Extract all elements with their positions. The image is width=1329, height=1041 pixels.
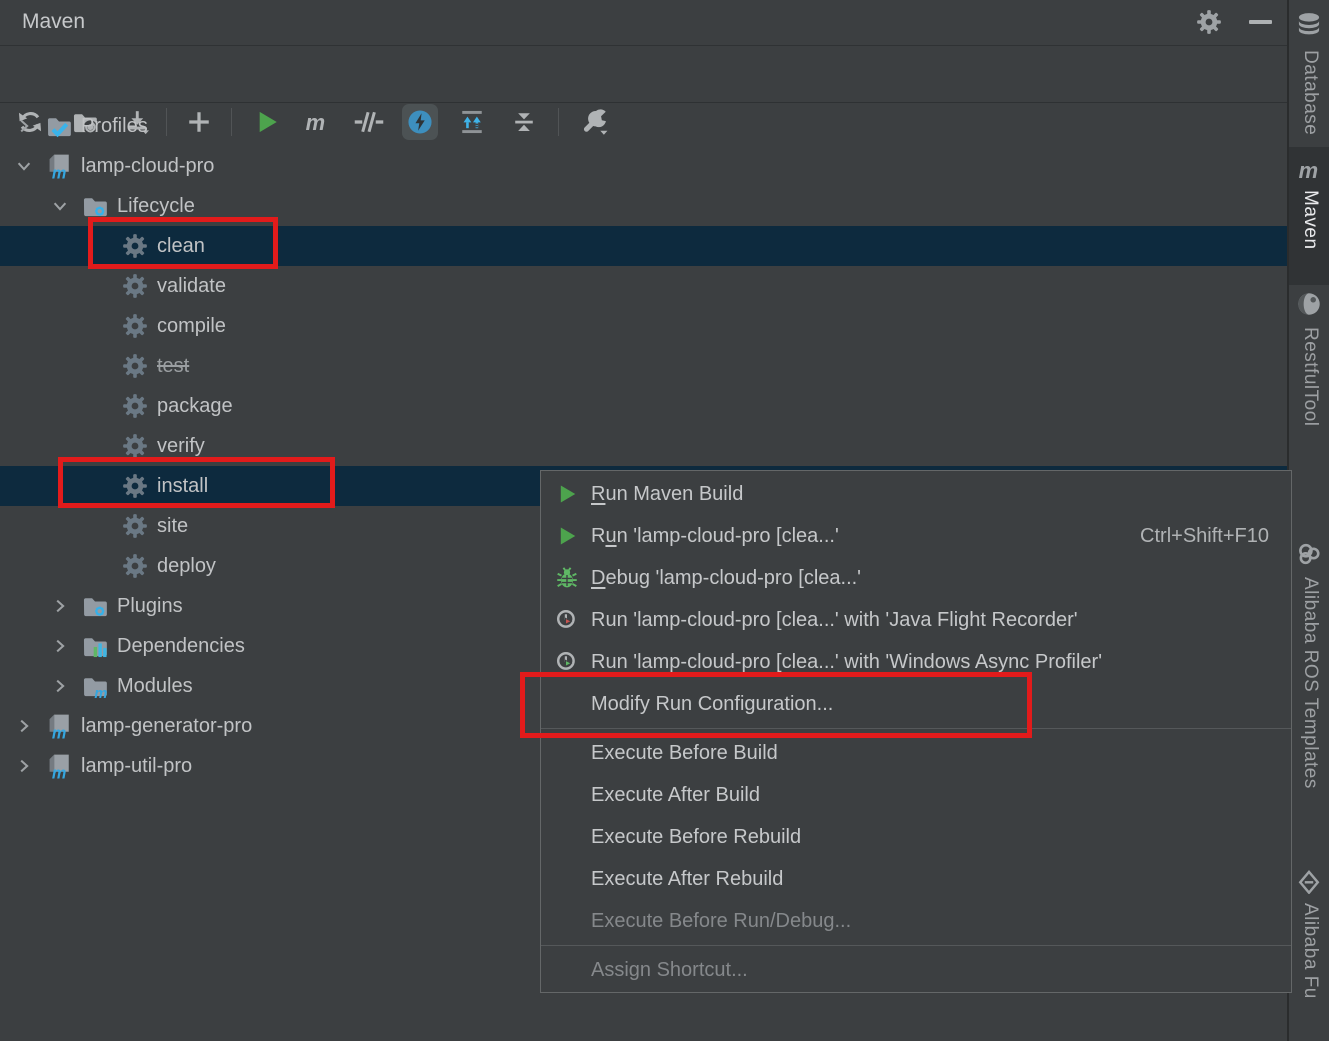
maven-panel: Maven Profiles — [0, 0, 1287, 1041]
menu-item-execute-before-build[interactable]: Execute Before Build — [541, 732, 1291, 774]
chevron-right-icon[interactable] — [48, 674, 72, 698]
chevron-right-icon[interactable] — [12, 754, 36, 778]
chevron-right-icon[interactable] — [48, 634, 72, 658]
maven-m-icon — [1296, 157, 1322, 183]
globe-icon — [1296, 291, 1322, 317]
gear-icon — [122, 433, 148, 459]
menu-item-execute-after-build[interactable]: Execute After Build — [541, 774, 1291, 816]
alibaba-fu-icon — [1296, 868, 1322, 894]
gear-icon — [122, 473, 148, 499]
menu-item-run-with-async-profiler[interactable]: Run 'lamp-cloud-pro [clea...' with 'Wind… — [541, 641, 1291, 683]
context-menu: Run Maven Build Run 'lamp-cloud-pro [cle… — [540, 470, 1292, 993]
debug-bug-icon — [554, 565, 580, 591]
tree-item-test[interactable]: test — [0, 346, 1287, 386]
menu-item-modify-run-configuration[interactable]: Modify Run Configuration... — [541, 683, 1291, 725]
maven-project-icon — [46, 753, 72, 779]
gear-icon — [122, 313, 148, 339]
gear-icon — [122, 513, 148, 539]
gear-icon — [122, 553, 148, 579]
gear-icon — [122, 393, 148, 419]
tab-maven[interactable]: Maven — [1289, 147, 1329, 285]
empty-icon — [554, 957, 580, 983]
folder-gear-icon — [82, 193, 108, 219]
tree-item-profiles[interactable]: Profiles — [0, 106, 1287, 146]
tree-item-lamp-cloud-pro[interactable]: lamp-cloud-pro — [0, 146, 1287, 186]
shortcut-hint: Ctrl+Shift+F10 — [1140, 525, 1269, 548]
tree-item-clean[interactable]: clean — [0, 226, 1287, 266]
tree-item-verify[interactable]: verify — [0, 426, 1287, 466]
folder-gear-icon — [82, 593, 108, 619]
folder-bars-icon — [82, 633, 108, 659]
menu-item-execute-after-rebuild[interactable]: Execute After Rebuild — [541, 858, 1291, 900]
right-tool-stripe: Database Maven RestfulTool Alibaba ROS T… — [1289, 0, 1329, 1041]
empty-icon — [554, 740, 580, 766]
menu-separator — [541, 728, 1291, 729]
menu-item-execute-before-rebuild[interactable]: Execute Before Rebuild — [541, 816, 1291, 858]
menu-item-run-maven-build[interactable]: Run Maven Build — [541, 473, 1291, 515]
profiler-green-icon — [554, 649, 580, 675]
chevron-right-icon[interactable] — [12, 714, 36, 738]
maven-tool-window: Maven Profiles — [0, 0, 1329, 1041]
menu-item-run-lamp-cloud-pro[interactable]: Run 'lamp-cloud-pro [clea...' Ctrl+Shift… — [541, 515, 1291, 557]
empty-icon — [554, 691, 580, 717]
empty-icon — [554, 824, 580, 850]
panel-title: Maven — [22, 10, 85, 34]
settings-gear-icon[interactable] — [1196, 9, 1222, 35]
empty-icon — [554, 782, 580, 808]
gear-icon — [122, 273, 148, 299]
menu-item-execute-before-run-debug[interactable]: Execute Before Run/Debug... — [541, 900, 1291, 942]
tool-window-titlebar: Maven — [0, 0, 1287, 46]
empty-icon — [554, 866, 580, 892]
run-icon — [554, 481, 580, 507]
tree-item-lifecycle[interactable]: Lifecycle — [0, 186, 1287, 226]
maven-toolbar — [0, 46, 1287, 103]
gear-icon — [122, 353, 148, 379]
chevron-down-icon[interactable] — [48, 194, 72, 218]
menu-item-assign-shortcut[interactable]: Assign Shortcut... — [541, 949, 1291, 991]
menu-separator — [541, 945, 1291, 946]
gear-icon — [122, 233, 148, 259]
tree-item-validate[interactable]: validate — [0, 266, 1287, 306]
menu-item-run-with-jfr[interactable]: Run 'lamp-cloud-pro [clea...' with 'Java… — [541, 599, 1291, 641]
folder-m-icon — [82, 673, 108, 699]
chevron-down-icon[interactable] — [12, 154, 36, 178]
empty-icon — [554, 908, 580, 934]
minimize-icon[interactable] — [1249, 20, 1272, 24]
maven-project-icon — [46, 713, 72, 739]
database-icon — [1296, 12, 1322, 38]
tree-item-package[interactable]: package — [0, 386, 1287, 426]
profiler-red-icon — [554, 607, 580, 633]
chevron-right-icon[interactable] — [48, 594, 72, 618]
tree-item-compile[interactable]: compile — [0, 306, 1287, 346]
chevron-right-icon[interactable] — [12, 114, 36, 138]
folder-check-icon — [46, 113, 72, 139]
cloud-icon — [1296, 541, 1322, 567]
run-icon — [554, 523, 580, 549]
maven-project-icon — [46, 153, 72, 179]
menu-item-debug-lamp-cloud-pro[interactable]: Debug 'lamp-cloud-pro [clea...' — [541, 557, 1291, 599]
